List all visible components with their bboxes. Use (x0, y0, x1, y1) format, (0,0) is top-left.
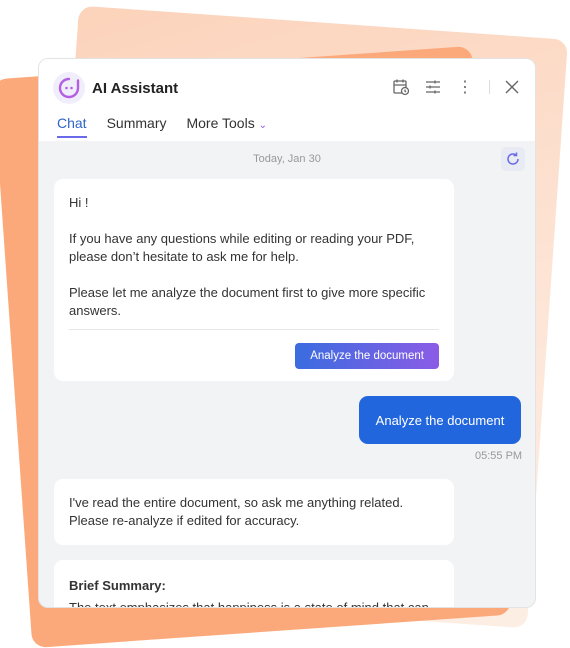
tab-summary[interactable]: Summary (107, 115, 167, 138)
summary-text: The text emphasizes that happiness is a … (69, 600, 429, 608)
welcome-text: If you have any questions while editing … (69, 231, 415, 264)
date-separator: Today, Jan 30 (253, 153, 321, 165)
app-title: AI Assistant (92, 80, 179, 97)
divider (489, 80, 490, 94)
assistant-reply: I've read the entire document, so ask me… (54, 479, 454, 545)
close-icon[interactable] (502, 77, 522, 97)
summary-message: Brief Summary: The text emphasizes that … (54, 560, 454, 608)
tab-more-tools[interactable]: More Tools ⌄ (186, 115, 267, 138)
summary-title: Brief Summary: (69, 578, 166, 593)
greeting-text: Hi ! (69, 195, 89, 210)
tab-bar: Chat Summary More Tools ⌄ (57, 115, 267, 138)
reply-text: I've read the entire document, so ask me… (69, 495, 404, 528)
refresh-icon[interactable] (501, 147, 525, 171)
ai-assistant-window: AI Assistant ⋮ Chat Summary More Tools ⌄… (38, 58, 536, 608)
message-timestamp: 05:55 PM (475, 450, 523, 462)
more-options-icon[interactable]: ⋮ (455, 77, 475, 97)
analyze-document-button[interactable]: Analyze the document (295, 343, 439, 369)
header: AI Assistant ⋮ Chat Summary More Tools ⌄ (39, 59, 535, 141)
tab-chat[interactable]: Chat (57, 115, 87, 138)
assistant-welcome-message: Hi ! If you have any questions while edi… (54, 179, 454, 381)
settings-sliders-icon[interactable] (423, 77, 443, 97)
tab-more-tools-label: More Tools (186, 115, 255, 131)
assistant-logo-icon (53, 72, 85, 104)
user-message: Analyze the document (359, 396, 521, 444)
chevron-down-icon: ⌄ (258, 120, 267, 131)
divider (69, 329, 439, 330)
history-calendar-icon[interactable] (391, 77, 411, 97)
welcome-text-2: Please let me analyze the document first… (69, 285, 426, 318)
